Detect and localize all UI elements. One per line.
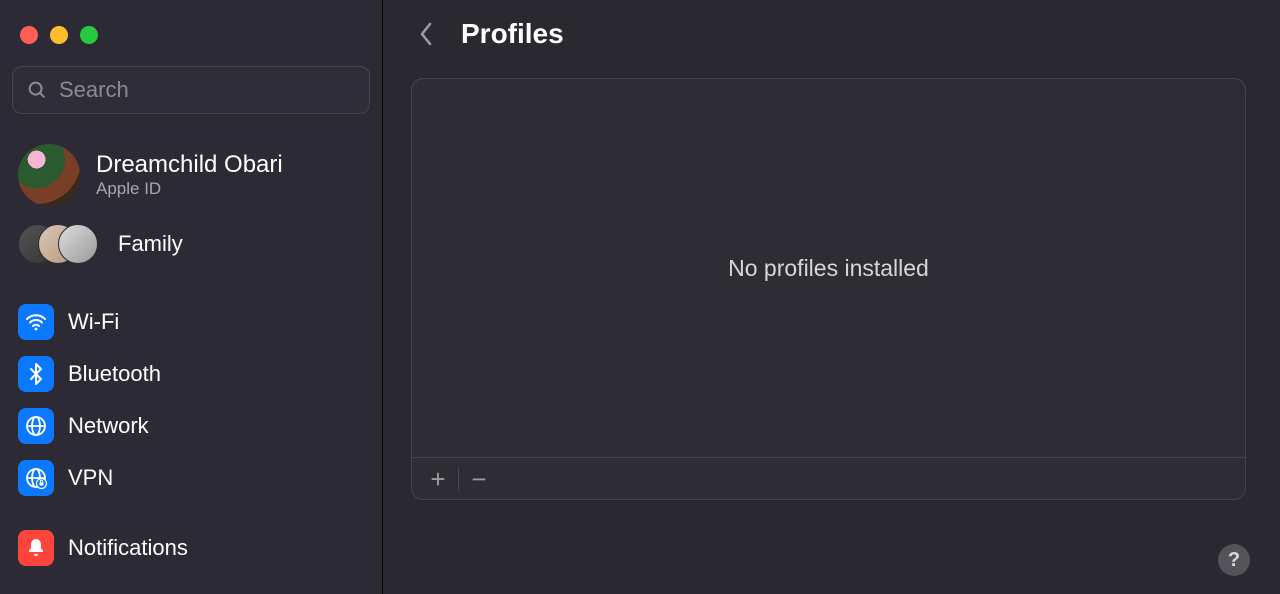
sidebar-item-label: Network (68, 413, 149, 439)
maximize-window-button[interactable] (80, 26, 98, 44)
family-label: Family (118, 231, 183, 257)
sidebar-item-label: Notifications (68, 535, 188, 561)
add-profile-button[interactable]: + (418, 458, 458, 500)
user-avatar (18, 144, 80, 206)
sidebar-item-bluetooth[interactable]: Bluetooth (12, 348, 370, 400)
family-avatars (18, 224, 100, 264)
notifications-icon (18, 530, 54, 566)
help-button[interactable]: ? (1218, 544, 1250, 576)
profiles-panel-footer: + − (412, 457, 1245, 499)
sidebar-nav-group: Wi-Fi Bluetooth Network (12, 296, 370, 504)
sidebar-item-notifications[interactable]: Notifications (12, 522, 370, 574)
network-icon (18, 408, 54, 444)
minus-icon: − (471, 466, 486, 492)
sidebar-item-family[interactable]: Family (12, 218, 370, 278)
search-input[interactable] (12, 66, 370, 114)
help-icon: ? (1228, 549, 1240, 572)
sidebar-item-wifi[interactable]: Wi-Fi (12, 296, 370, 348)
sidebar: Dreamchild Obari Apple ID Family Wi-Fi (0, 0, 383, 594)
sidebar-item-label: Bluetooth (68, 361, 161, 387)
account-text: Dreamchild Obari Apple ID (96, 151, 283, 199)
account-subtitle: Apple ID (96, 179, 283, 199)
main-content: Profiles No profiles installed + − ? (383, 0, 1280, 594)
close-window-button[interactable] (20, 26, 38, 44)
sidebar-item-network[interactable]: Network (12, 400, 370, 452)
search-field-wrap (12, 66, 370, 114)
vpn-icon (18, 460, 54, 496)
wifi-icon (18, 304, 54, 340)
sidebar-item-label: Wi-Fi (68, 309, 119, 335)
bluetooth-icon (18, 356, 54, 392)
search-icon (26, 79, 48, 101)
profiles-empty-state: No profiles installed (412, 79, 1245, 457)
header: Profiles (411, 18, 1252, 50)
sidebar-nav-group-2: Notifications (12, 522, 370, 574)
window-controls (12, 20, 370, 66)
remove-profile-button[interactable]: − (459, 458, 499, 500)
sidebar-item-label: VPN (68, 465, 113, 491)
back-button[interactable] (411, 19, 441, 49)
minimize-window-button[interactable] (50, 26, 68, 44)
sidebar-item-vpn[interactable]: VPN (12, 452, 370, 504)
plus-icon: + (430, 466, 445, 492)
sidebar-item-apple-id[interactable]: Dreamchild Obari Apple ID (12, 136, 370, 218)
empty-message: No profiles installed (728, 255, 929, 282)
profiles-panel: No profiles installed + − (411, 78, 1246, 500)
family-avatar-icon (58, 224, 98, 264)
page-title: Profiles (461, 18, 564, 50)
account-name: Dreamchild Obari (96, 151, 283, 179)
